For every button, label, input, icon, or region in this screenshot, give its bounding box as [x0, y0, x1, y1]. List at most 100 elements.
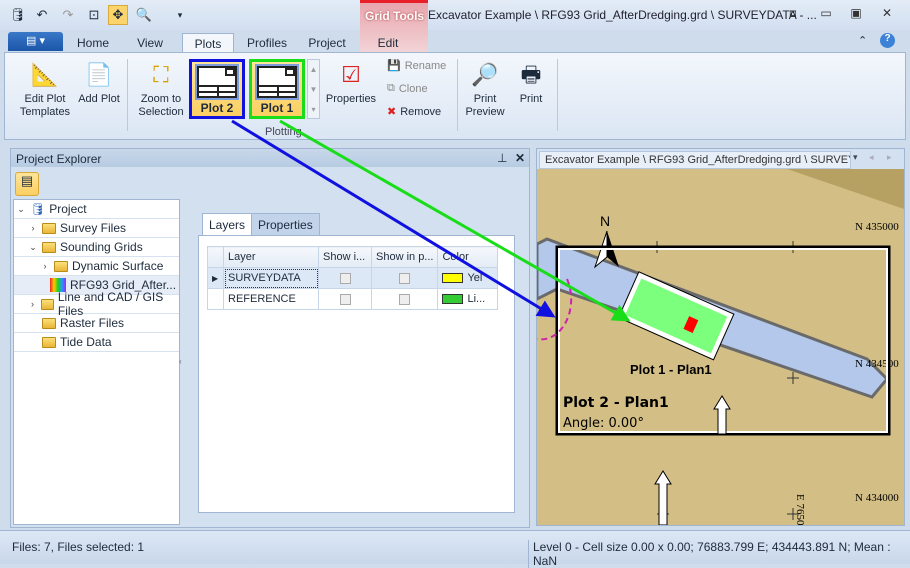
ribbon-tabs: Home View Plots Profiles Project Edit ⌃ … — [0, 30, 910, 52]
print-preview-button[interactable]: 🔎 Print Preview — [461, 59, 509, 119]
zoom-extents-icon[interactable]: ⊡ — [84, 5, 104, 25]
show-checkbox[interactable] — [339, 293, 351, 305]
tree-node-dynamic-surface[interactable]: › Dynamic Surface — [14, 257, 179, 276]
add-plot-button[interactable]: 📄 Add Plot — [75, 59, 123, 106]
tab-project[interactable]: Project — [302, 33, 352, 52]
plot-1-button[interactable]: Plot 1 — [249, 59, 305, 119]
northing-label: N 434500 — [855, 358, 899, 370]
scroll-left-icon[interactable]: ◂ — [869, 152, 874, 163]
tree-node-project[interactable]: ⌄ 🛢 Project — [14, 200, 179, 219]
plot-2-button[interactable]: Plot 2 — [189, 59, 245, 119]
folder-icon — [54, 260, 68, 272]
status-bar: Files: 7, Files selected: 1 Level 0 - Ce… — [0, 530, 910, 568]
rename-button[interactable]: 💾 Rename — [387, 59, 446, 73]
folder-icon — [42, 222, 56, 234]
northing-label: N 434000 — [855, 492, 899, 504]
project-tree: ⌄ 🛢 Project › Survey Files ⌄ Sounding Grids … — [13, 199, 180, 525]
tree-node-tide-data[interactable]: Tide Data — [14, 333, 179, 352]
layers-grid: Layer Show i... Show in p... Color ▶ SURVEYD… — [198, 235, 515, 513]
status-files: Files: 7, Files selected: 1 — [12, 540, 145, 554]
customize-icon[interactable]: ▾ — [170, 5, 190, 25]
tree-node-line-cad[interactable]: › Line and CAD / GIS Files — [14, 290, 179, 318]
printer-icon: 🖶 — [520, 61, 542, 87]
folder-icon — [42, 241, 56, 253]
tab-properties[interactable]: Properties — [251, 213, 320, 235]
show-in-plot-checkbox[interactable] — [399, 293, 411, 305]
tree-node-raster-files[interactable]: Raster Files — [14, 314, 179, 333]
color-swatch — [442, 294, 464, 305]
title-bar: 🛢 ↶ ↷ ⊡ ✥ 🔍 ▾ Excavator Example \ RFG93 … — [0, 0, 910, 30]
tree-node-sounding-grids[interactable]: ⌄ Sounding Grids — [14, 238, 179, 257]
window-title: Excavator Example \ RFG93 Grid_AfterDred… — [428, 8, 817, 22]
tab-edit[interactable]: Edit — [368, 33, 408, 52]
color-swatch — [442, 273, 464, 284]
column-show-in-plot[interactable]: Show in p... — [370, 246, 439, 268]
explorer-view-icon[interactable]: ▤ — [15, 172, 39, 196]
template-edit-icon: 📐 — [31, 61, 59, 87]
grid-tools-label: Grid Tools — [365, 9, 425, 23]
column-color[interactable]: Color — [437, 246, 499, 268]
zoom-icon[interactable]: 🔍 — [134, 5, 154, 25]
clone-button[interactable]: ⧉ Clone — [387, 82, 428, 95]
remove-button[interactable]: ✖ Remove — [387, 105, 441, 119]
tab-view[interactable]: View — [130, 33, 170, 52]
splitter-handle[interactable]: ‹ — [179, 357, 182, 366]
tab-profiles[interactable]: Profiles — [242, 33, 292, 52]
gallery-scroll[interactable]: ▲ ▼ ▾ — [307, 59, 320, 119]
remove-icon: ✖ — [387, 106, 397, 118]
folder-icon — [42, 336, 56, 348]
restore-layout-icon[interactable]: ⧈ — [782, 6, 804, 24]
save-icon: 💾 — [387, 60, 401, 72]
maximize-button[interactable]: ▣ — [845, 6, 867, 24]
folder-icon — [42, 317, 56, 329]
layers-panel: Layers Properties Layer Show i... Show in … — [198, 213, 515, 513]
show-in-plot-checkbox[interactable] — [399, 272, 411, 284]
help-icon[interactable]: ? — [880, 33, 895, 48]
easting-label: E 76500 — [794, 494, 806, 525]
table-row[interactable]: ▶ SURVEYDATA Yel — [207, 267, 499, 289]
angle-label: Angle: 0.00° — [563, 416, 644, 431]
column-layer[interactable]: Layer — [223, 246, 319, 268]
document-panel: Excavator Example \ RFG93 Grid_AfterDred… — [536, 148, 905, 526]
plot-1-label: Plot 1 - Plan1 — [630, 362, 712, 377]
project-icon: 🛢 — [30, 202, 46, 216]
tree-node-survey-files[interactable]: › Survey Files — [14, 219, 179, 238]
zoom-selection-icon: ⛶ — [153, 61, 169, 87]
undo-icon[interactable]: ↶ — [32, 5, 52, 25]
plotting-group-label: Plotting — [265, 126, 302, 138]
folder-icon — [41, 298, 54, 310]
database-icon[interactable]: 🛢 — [8, 5, 28, 25]
ribbon: 📐 Edit Plot Templates 📄 Add Plot ⛶ Zoom to … — [4, 52, 906, 140]
print-button[interactable]: 🖶 Print — [511, 59, 551, 106]
pin-icon[interactable]: ⊥ — [497, 151, 507, 165]
column-show-in[interactable]: Show i... — [318, 246, 372, 268]
document-tab[interactable]: Excavator Example \ RFG93 Grid_AfterDred… — [539, 151, 851, 169]
north-label: N — [600, 213, 610, 229]
tab-plots[interactable]: Plots — [182, 33, 234, 52]
close-panel-icon[interactable]: ✕ — [515, 151, 525, 165]
map-view[interactable]: N 435000 N 434500 N 434000 E 76500 N Plo… — [537, 169, 904, 525]
tab-list-icon[interactable]: ▾ — [853, 152, 858, 163]
clone-icon: ⧉ — [387, 82, 395, 94]
pan-icon[interactable]: ✥ — [108, 5, 128, 25]
minimize-button[interactable]: ▭ — [815, 6, 837, 24]
show-checkbox[interactable] — [339, 272, 351, 284]
plot-template-icon — [255, 64, 299, 100]
northing-label: N 435000 — [855, 221, 899, 233]
tab-layers[interactable]: Layers — [202, 213, 253, 235]
plot-template-icon — [195, 64, 239, 100]
project-explorer-header: Project Explorer ⊥ ✕ — [11, 149, 529, 167]
close-button[interactable]: ✕ — [876, 6, 898, 24]
table-row[interactable]: REFERENCE Li... — [207, 288, 499, 310]
zoom-to-selection-button[interactable]: ⛶ Zoom to Selection — [133, 59, 189, 119]
edit-plot-templates-button[interactable]: 📐 Edit Plot Templates — [15, 59, 75, 119]
properties-button[interactable]: ☑ Properties — [323, 59, 379, 106]
plot-2-label: Plot 2 - Plan1 — [563, 395, 669, 411]
checklist-icon: ☑ — [341, 61, 361, 87]
tab-home[interactable]: Home — [72, 33, 114, 52]
redo-icon[interactable]: ↷ — [58, 5, 78, 25]
scroll-right-icon[interactable]: ▸ — [887, 152, 892, 163]
collapse-ribbon-icon[interactable]: ⌃ — [858, 34, 867, 47]
print-preview-icon: 🔎 — [471, 61, 499, 87]
add-plot-icon: 📄 — [85, 61, 113, 87]
